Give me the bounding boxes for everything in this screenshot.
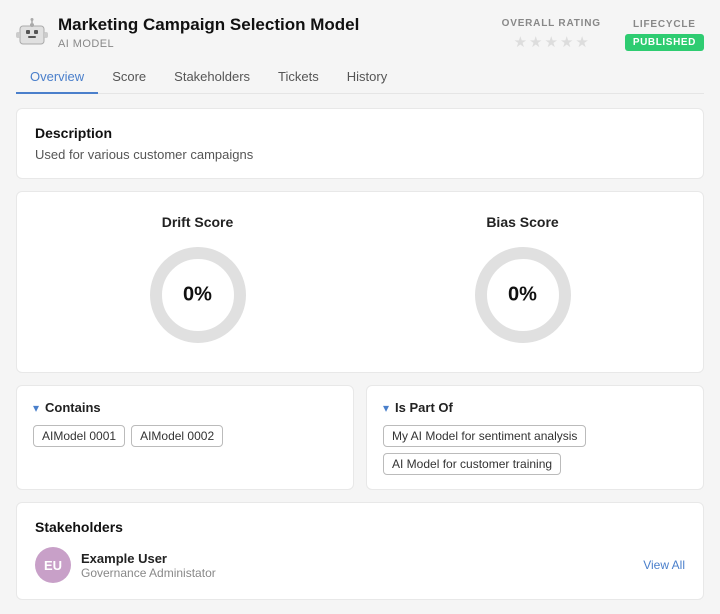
drift-score-value: 0%	[183, 284, 212, 307]
is-part-of-card: ▾ Is Part Of My AI Model for sentiment a…	[366, 385, 704, 490]
drift-score-label: Drift Score	[162, 214, 234, 230]
bias-score-value: 0%	[508, 284, 537, 307]
stakeholders-card: Stakeholders EU Example User Governance …	[16, 502, 704, 600]
avatar: EU	[35, 547, 71, 583]
stakeholder-info: Example User Governance Administator	[81, 551, 216, 580]
stakeholders-title: Stakeholders	[35, 519, 685, 535]
model-icon	[16, 16, 48, 48]
is-part-of-header: ▾ Is Part Of	[383, 400, 687, 415]
description-text: Used for various customer campaigns	[35, 147, 685, 162]
tab-bar: Overview Score Stakeholders Tickets Hist…	[16, 61, 704, 94]
star-2: ★	[529, 33, 542, 51]
view-all-link[interactable]: View All	[643, 558, 685, 572]
tab-tickets[interactable]: Tickets	[264, 61, 333, 94]
is-part-of-title: Is Part Of	[395, 400, 453, 415]
stakeholder-name: Example User	[81, 551, 216, 566]
description-card: Description Used for various customer ca…	[16, 108, 704, 179]
contains-title: Contains	[45, 400, 101, 415]
is-part-of-tag-0[interactable]: My AI Model for sentiment analysis	[383, 425, 586, 447]
bias-donut: 0%	[468, 240, 578, 350]
bias-score-label: Bias Score	[486, 214, 558, 230]
tab-score[interactable]: Score	[98, 61, 160, 94]
relations-row: ▾ Contains AIModel 0001 AIModel 0002 ▾ I…	[16, 385, 704, 490]
stakeholder-row: EU Example User Governance Administator …	[35, 547, 685, 583]
description-title: Description	[35, 125, 685, 141]
stakeholder-role: Governance Administator	[81, 566, 216, 580]
page-header: Marketing Campaign Selection Model AI MO…	[16, 14, 704, 51]
drift-donut: 0%	[143, 240, 253, 350]
header-left: Marketing Campaign Selection Model AI MO…	[16, 14, 359, 50]
overall-rating-block: OVERALL RATING ★ ★ ★ ★ ★	[502, 18, 601, 51]
star-3: ★	[545, 33, 558, 51]
star-1: ★	[514, 33, 527, 51]
scores-card: Drift Score 0% Bias Score 0%	[16, 191, 704, 373]
bias-score-item: Bias Score 0%	[468, 214, 578, 350]
contains-tags: AIModel 0001 AIModel 0002	[33, 425, 337, 447]
tab-overview[interactable]: Overview	[16, 61, 98, 94]
model-title: Marketing Campaign Selection Model	[58, 14, 359, 36]
rating-label: OVERALL RATING	[502, 18, 601, 29]
lifecycle-block: LIFECYCLE PUBLISHED	[625, 19, 704, 51]
drift-score-item: Drift Score 0%	[143, 214, 253, 350]
stakeholder-left: EU Example User Governance Administator	[35, 547, 216, 583]
title-block: Marketing Campaign Selection Model AI MO…	[58, 14, 359, 50]
is-part-of-tag-1[interactable]: AI Model for customer training	[383, 453, 561, 475]
contains-tag-1[interactable]: AIModel 0002	[131, 425, 223, 447]
contains-tag-0[interactable]: AIModel 0001	[33, 425, 125, 447]
tab-history[interactable]: History	[333, 61, 401, 94]
is-part-of-tags: My AI Model for sentiment analysis AI Mo…	[383, 425, 687, 475]
model-subtitle: AI MODEL	[58, 38, 359, 50]
lifecycle-badge: PUBLISHED	[625, 34, 704, 51]
star-rating: ★ ★ ★ ★ ★	[514, 33, 589, 51]
tab-stakeholders[interactable]: Stakeholders	[160, 61, 264, 94]
star-4: ★	[560, 33, 573, 51]
is-part-of-chevron-icon: ▾	[383, 401, 389, 415]
contains-chevron-icon: ▾	[33, 401, 39, 415]
contains-card: ▾ Contains AIModel 0001 AIModel 0002	[16, 385, 354, 490]
contains-header: ▾ Contains	[33, 400, 337, 415]
lifecycle-label: LIFECYCLE	[633, 19, 696, 30]
header-right: OVERALL RATING ★ ★ ★ ★ ★ LIFECYCLE PUBLI…	[502, 18, 704, 51]
star-5: ★	[575, 33, 588, 51]
